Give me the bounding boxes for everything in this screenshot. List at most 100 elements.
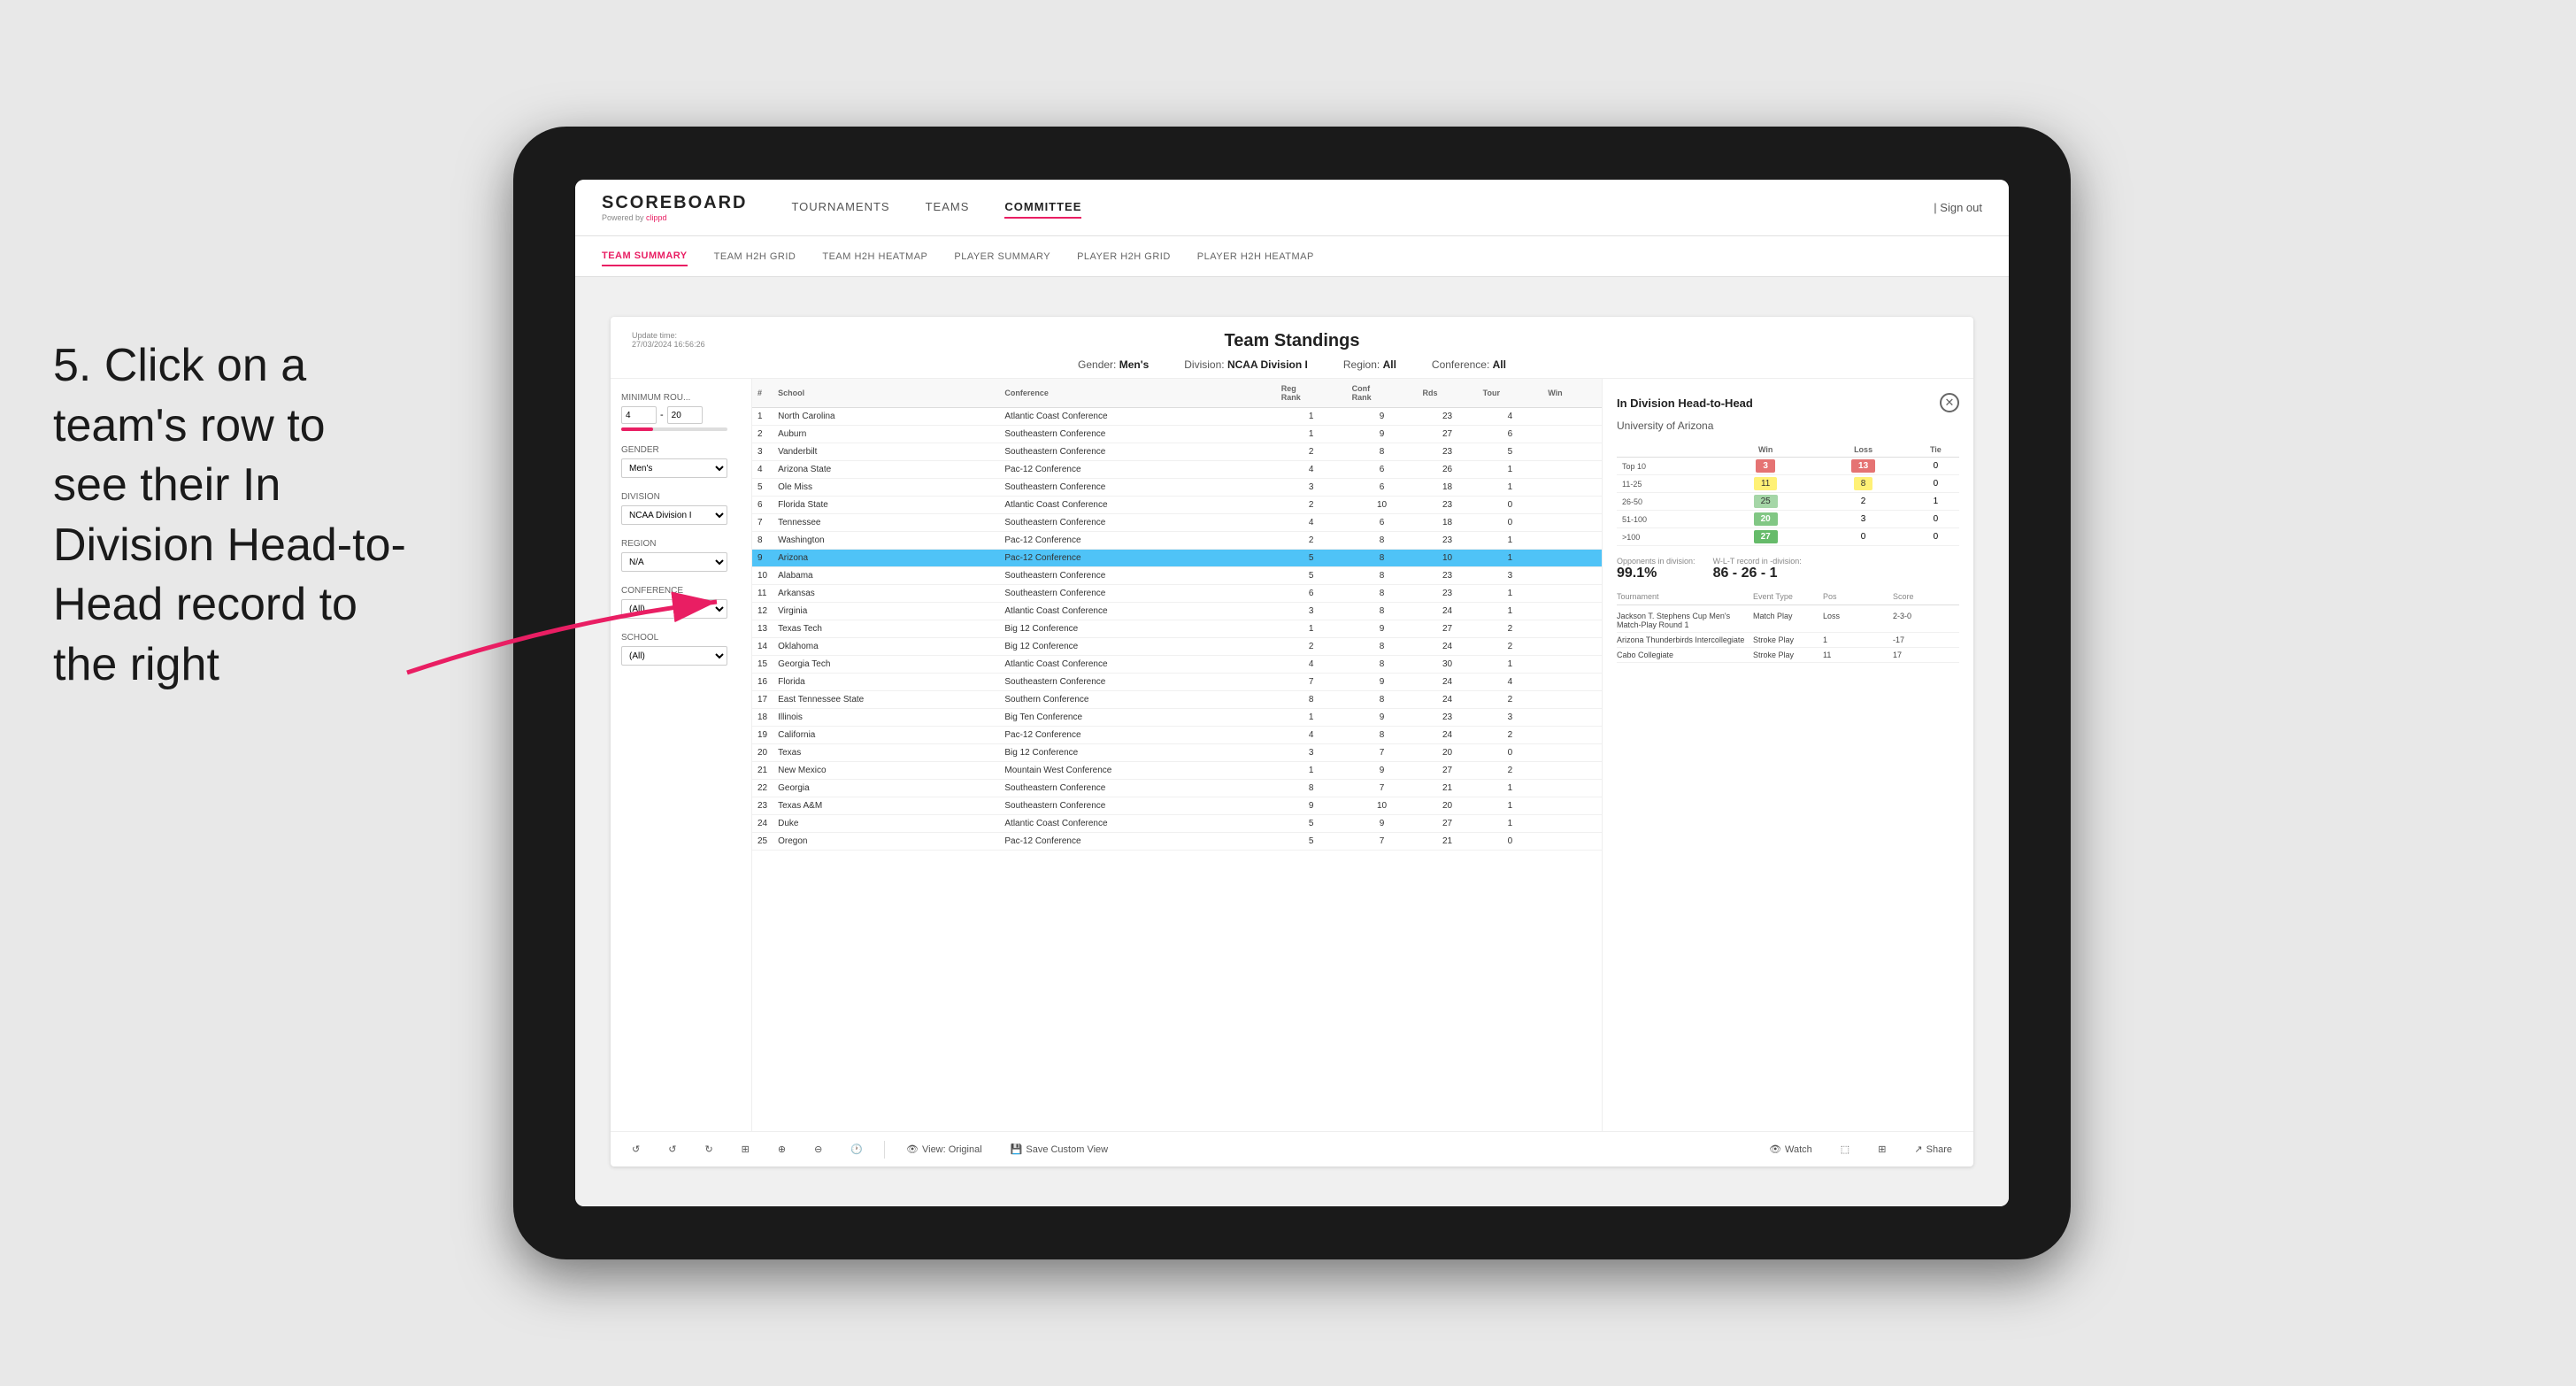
cell-school: Duke: [773, 815, 999, 833]
table-row[interactable]: 20 Texas Big 12 Conference 3 7 20 0: [752, 744, 1602, 762]
sub-nav-team-h2h-grid[interactable]: TEAM H2H GRID: [714, 248, 796, 266]
cell-tour: 1: [1478, 815, 1543, 833]
cell-rank: 9: [752, 550, 773, 567]
filter-min-rounds-input[interactable]: [621, 406, 657, 424]
table-row[interactable]: 13 Texas Tech Big 12 Conference 1 9 27 2: [752, 620, 1602, 638]
cell-school: Illinois: [773, 709, 999, 727]
filter-max-rounds-input[interactable]: [667, 406, 703, 424]
tournament-type: Stroke Play: [1753, 651, 1819, 659]
copy-button[interactable]: ⊞: [734, 1140, 757, 1159]
clock-button[interactable]: 🕐: [843, 1140, 870, 1159]
cell-rds: 27: [1417, 620, 1477, 638]
table-row[interactable]: 1 North Carolina Atlantic Coast Conferen…: [752, 408, 1602, 426]
watch-button[interactable]: 👁 Watch: [1762, 1140, 1819, 1159]
toolbar-icon-btn2[interactable]: ⊞: [1871, 1140, 1893, 1159]
table-row[interactable]: 19 California Pac-12 Conference 4 8 24 2: [752, 727, 1602, 744]
sub-nav-player-h2h-heatmap[interactable]: PLAYER H2H HEATMAP: [1197, 248, 1314, 266]
cell-reg-rank: 7: [1276, 674, 1347, 691]
cell-rank: 23: [752, 797, 773, 815]
cell-rank: 4: [752, 461, 773, 479]
filter-division-label: Division: [621, 492, 741, 502]
cell-school: Texas A&M: [773, 797, 999, 815]
view-original-button[interactable]: 👁 View: Original: [899, 1140, 989, 1159]
col-reg-rank: RegRank: [1276, 379, 1347, 408]
table-row[interactable]: 18 Illinois Big Ten Conference 1 9 23 3: [752, 709, 1602, 727]
tournament-name: Jackson T. Stephens Cup Men's Match-Play…: [1617, 612, 1749, 629]
cell-conference: Atlantic Coast Conference: [999, 497, 1275, 514]
minus-button[interactable]: ⊖: [807, 1140, 829, 1159]
table-row[interactable]: 9 Arizona Pac-12 Conference 5 8 10 1: [752, 550, 1602, 567]
cell-tour: 3: [1478, 567, 1543, 585]
h2h-tournaments-header: Tournament Event Type Pos Score: [1617, 592, 1959, 605]
table-row[interactable]: 3 Vanderbilt Southeastern Conference 2 8…: [752, 443, 1602, 461]
table-row[interactable]: 8 Washington Pac-12 Conference 2 8 23 1: [752, 532, 1602, 550]
cell-school: New Mexico: [773, 762, 999, 780]
cell-school: Oklahoma: [773, 638, 999, 656]
save-custom-button[interactable]: 💾 Save Custom View: [1003, 1140, 1115, 1159]
table-row[interactable]: 2 Auburn Southeastern Conference 1 9 27 …: [752, 426, 1602, 443]
sub-nav-player-summary[interactable]: PLAYER SUMMARY: [954, 248, 1050, 266]
sub-nav-player-h2h-grid[interactable]: PLAYER H2H GRID: [1077, 248, 1171, 266]
cell-conference: Southeastern Conference: [999, 674, 1275, 691]
table-row[interactable]: 16 Florida Southeastern Conference 7 9 2…: [752, 674, 1602, 691]
cell-rds: 21: [1417, 780, 1477, 797]
cell-rank: 2: [752, 426, 773, 443]
sub-nav-team-summary[interactable]: TEAM SUMMARY: [602, 247, 688, 266]
h2h-close-button[interactable]: ✕: [1940, 393, 1959, 412]
plus-button[interactable]: ⊕: [771, 1140, 793, 1159]
cell-conference: Southeastern Conference: [999, 426, 1275, 443]
cell-reg-rank: 8: [1276, 780, 1347, 797]
table-row[interactable]: 24 Duke Atlantic Coast Conference 5 9 27…: [752, 815, 1602, 833]
cell-tour: 1: [1478, 585, 1543, 603]
h2h-range: >100: [1617, 528, 1717, 546]
redo-button[interactable]: ↻: [697, 1140, 719, 1159]
nav-item-tournaments[interactable]: TOURNAMENTS: [791, 196, 889, 219]
cell-school: Georgia Tech: [773, 656, 999, 674]
table-row[interactable]: 4 Arizona State Pac-12 Conference 4 6 26…: [752, 461, 1602, 479]
table-area: # School Conference RegRank ConfRank Rds…: [752, 379, 1602, 1131]
table-row[interactable]: 22 Georgia Southeastern Conference 8 7 2…: [752, 780, 1602, 797]
toolbar-icon-btn1[interactable]: ⬚: [1834, 1140, 1857, 1159]
table-row[interactable]: 21 New Mexico Mountain West Conference 1…: [752, 762, 1602, 780]
table-row[interactable]: 5 Ole Miss Southeastern Conference 3 6 1…: [752, 479, 1602, 497]
nav-item-teams[interactable]: TEAMS: [926, 196, 970, 219]
cell-school: Vanderbilt: [773, 443, 999, 461]
table-row[interactable]: 17 East Tennessee State Southern Confere…: [752, 691, 1602, 709]
annotation-text: 5. Click on a team's row to see their In…: [53, 336, 407, 696]
nav-item-committee[interactable]: COMMITTEE: [1004, 196, 1081, 219]
cell-rds: 23: [1417, 709, 1477, 727]
table-row[interactable]: 14 Oklahoma Big 12 Conference 2 8 24 2: [752, 638, 1602, 656]
cell-tour: 0: [1478, 497, 1543, 514]
tournament-col-type: Event Type: [1753, 592, 1819, 601]
cell-conference: Pac-12 Conference: [999, 461, 1275, 479]
table-row[interactable]: 15 Georgia Tech Atlantic Coast Conferenc…: [752, 656, 1602, 674]
sign-out-link[interactable]: | Sign out: [1934, 201, 1982, 214]
table-row[interactable]: 10 Alabama Southeastern Conference 5 8 2…: [752, 567, 1602, 585]
share-button[interactable]: ↗ Share: [1907, 1140, 1959, 1159]
tournament-name: Arizona Thunderbirds Intercollegiate: [1617, 635, 1749, 644]
h2h-tournaments: Tournament Event Type Pos Score Jackson …: [1617, 592, 1959, 663]
cell-conf-rank: 8: [1347, 691, 1418, 709]
undo2-button[interactable]: ↺: [661, 1140, 683, 1159]
cell-tour: 4: [1478, 408, 1543, 426]
h2h-row: >100 27 0 0: [1617, 528, 1959, 546]
table-row[interactable]: 11 Arkansas Southeastern Conference 6 8 …: [752, 585, 1602, 603]
cell-rank: 13: [752, 620, 773, 638]
slider-bar[interactable]: [621, 427, 727, 431]
eye-icon: 👁: [906, 1143, 919, 1155]
table-row[interactable]: 25 Oregon Pac-12 Conference 5 7 21 0: [752, 833, 1602, 851]
table-row[interactable]: 6 Florida State Atlantic Coast Conferenc…: [752, 497, 1602, 514]
table-row[interactable]: 23 Texas A&M Southeastern Conference 9 1…: [752, 797, 1602, 815]
cell-tour: 1: [1478, 479, 1543, 497]
cell-conf-rank: 6: [1347, 479, 1418, 497]
cell-rds: 27: [1417, 762, 1477, 780]
tournament-rows: Jackson T. Stephens Cup Men's Match-Play…: [1617, 609, 1959, 663]
filter-gender-select[interactable]: Men's: [621, 458, 727, 478]
table-row[interactable]: 7 Tennessee Southeastern Conference 4 6 …: [752, 514, 1602, 532]
cell-win: [1542, 479, 1602, 497]
filter-division-select[interactable]: NCAA Division I: [621, 505, 727, 525]
sub-nav-team-h2h-heatmap[interactable]: TEAM H2H HEATMAP: [822, 248, 927, 266]
undo-button[interactable]: ↺: [625, 1140, 647, 1159]
table-row[interactable]: 12 Virginia Atlantic Coast Conference 3 …: [752, 603, 1602, 620]
tournament-row: Jackson T. Stephens Cup Men's Match-Play…: [1617, 609, 1959, 633]
